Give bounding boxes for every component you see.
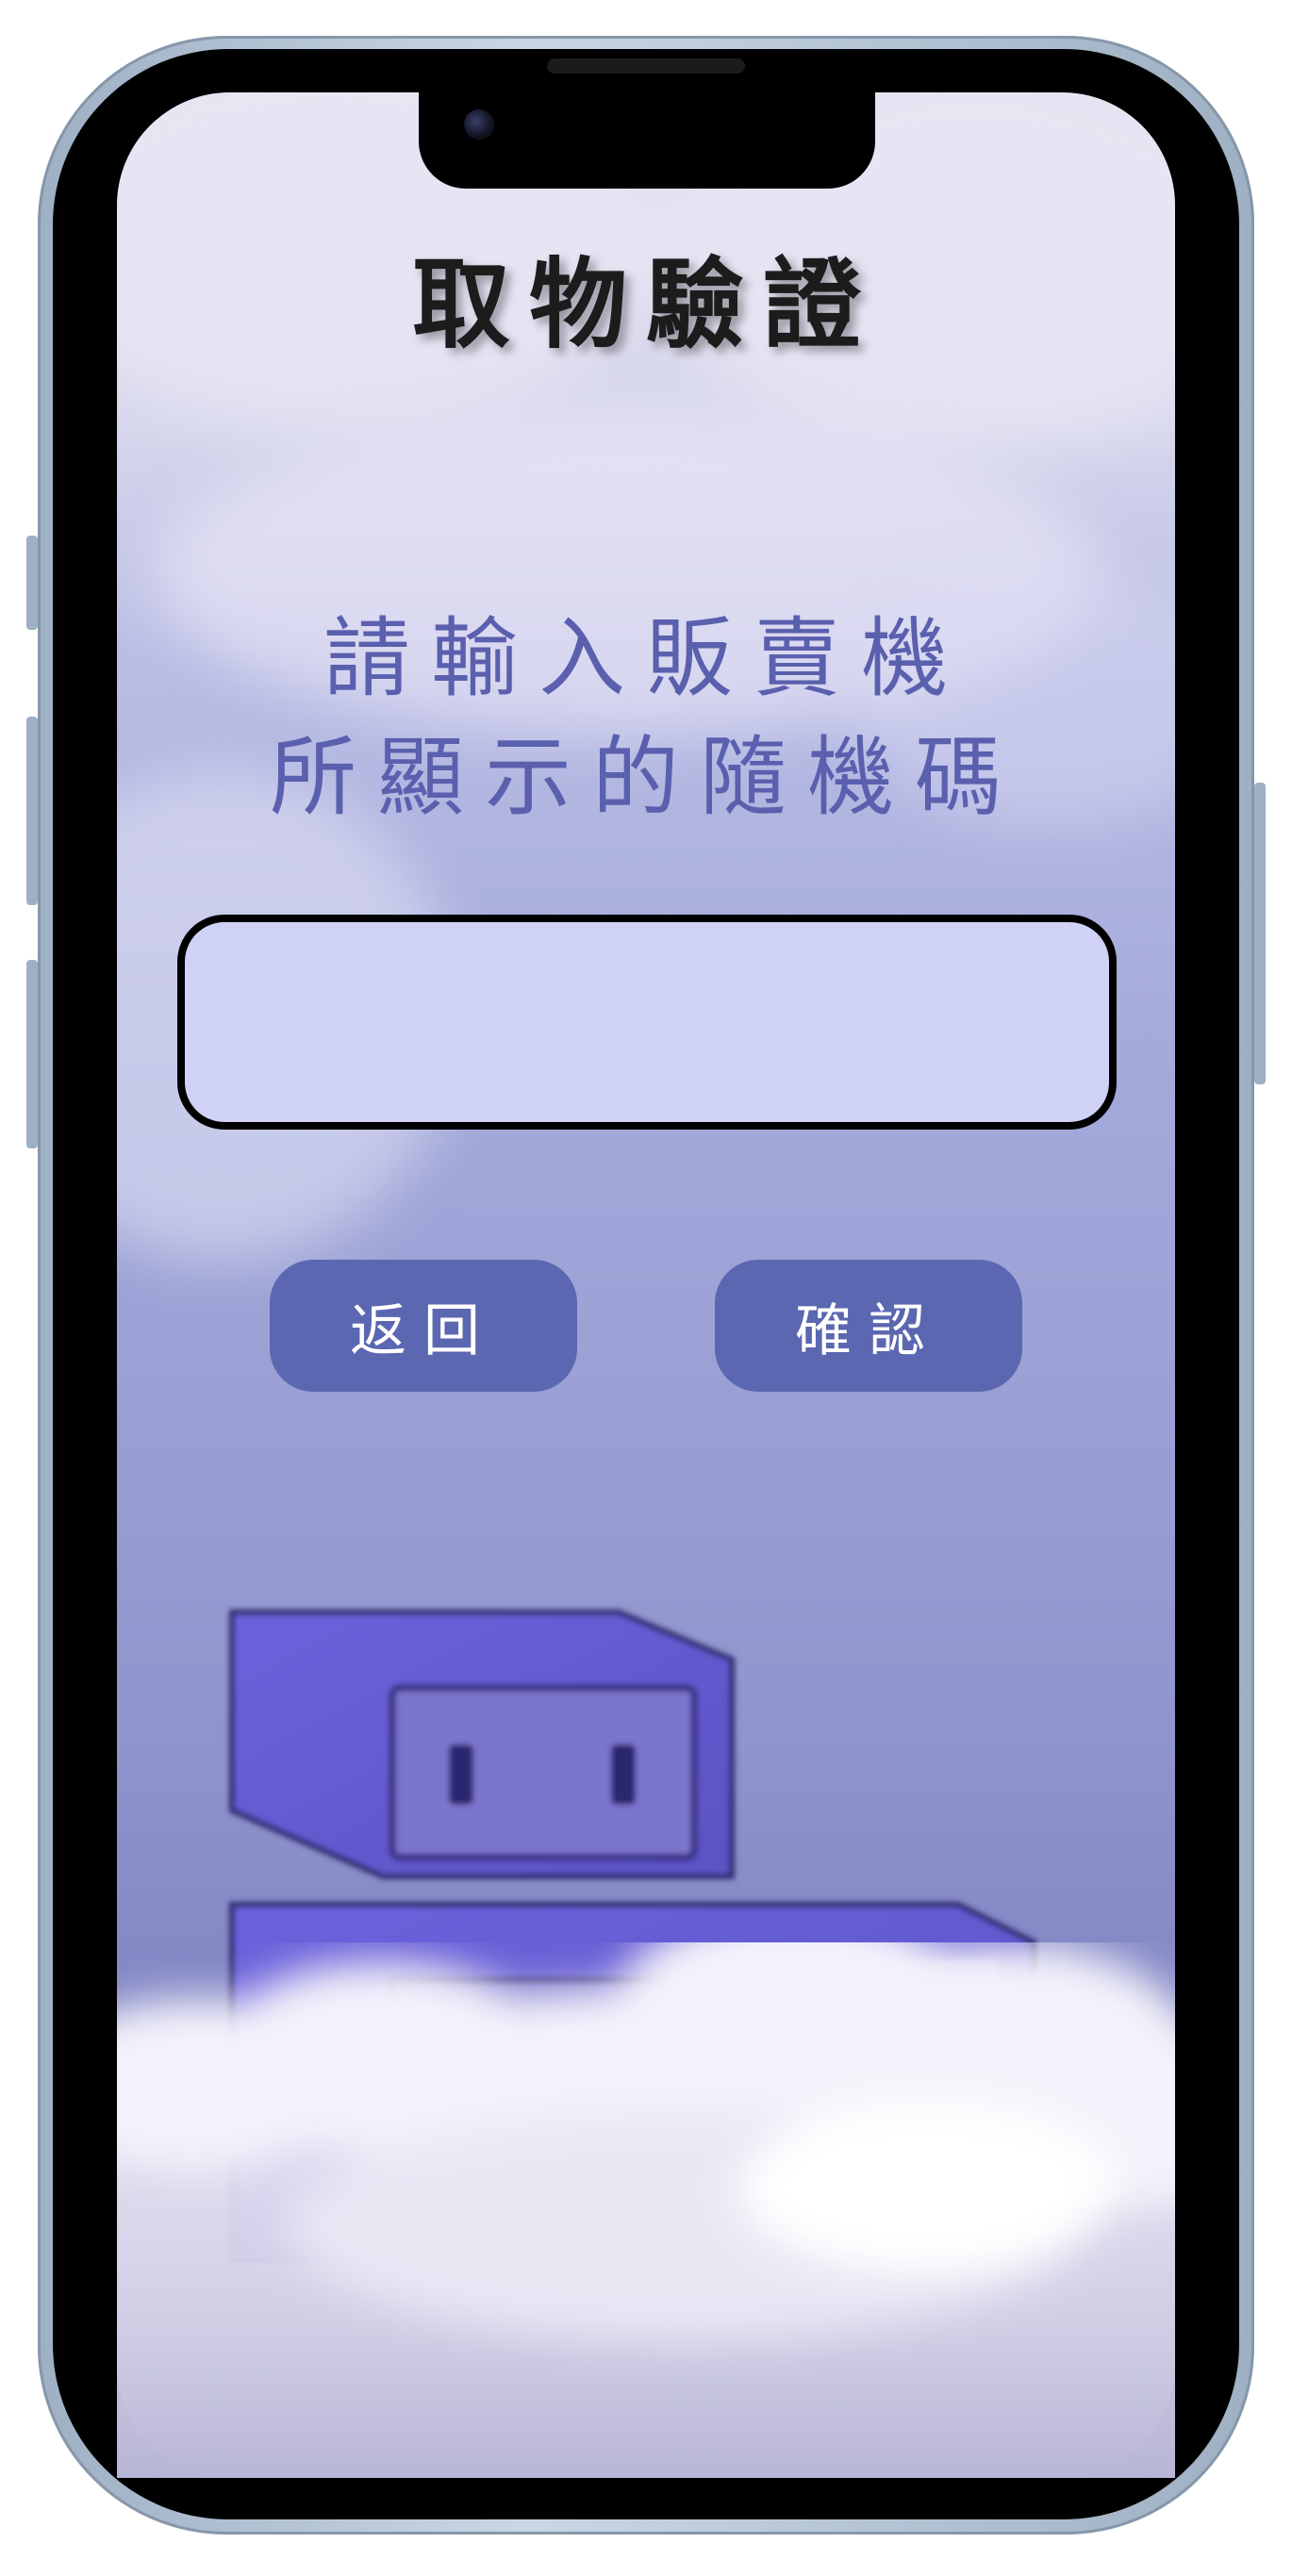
verification-code-input[interactable]	[177, 915, 1117, 1130]
robot-right-eye	[611, 1744, 636, 1805]
power-button	[1254, 783, 1266, 1084]
instruction-line-1: 請輸入販賣機	[323, 608, 969, 709]
robot-left-eye	[449, 1744, 473, 1805]
cloud-fog-icon	[117, 1942, 1175, 2478]
back-button[interactable]: 返回	[270, 1260, 577, 1392]
silent-switch	[26, 536, 38, 630]
instruction-line-2: 所顯示的隨機碼	[269, 727, 1022, 828]
volume-up-button	[26, 717, 38, 905]
page-title: 取物驗證	[411, 247, 880, 362]
robot-face	[389, 1684, 698, 1861]
volume-down-button	[26, 960, 38, 1148]
notch	[419, 92, 875, 189]
back-button-label: 返回	[350, 1297, 497, 1364]
earpiece-speaker	[547, 58, 745, 74]
confirm-button-label: 確認	[795, 1297, 942, 1364]
confirm-button[interactable]: 確認	[715, 1260, 1022, 1392]
front-camera	[464, 109, 494, 140]
